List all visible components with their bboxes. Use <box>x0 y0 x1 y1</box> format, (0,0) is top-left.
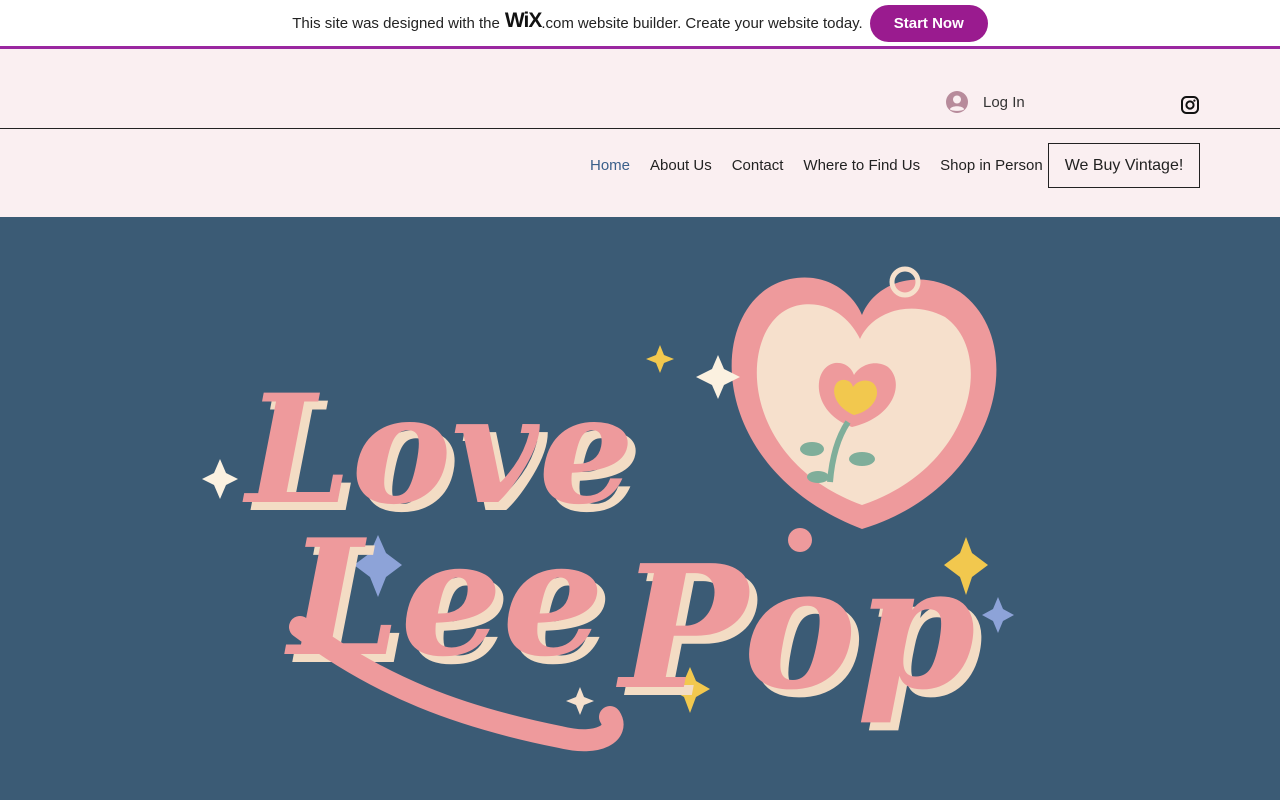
login-button[interactable]: Log In <box>946 91 1025 113</box>
wix-logo: WiX <box>504 9 542 32</box>
instagram-icon[interactable] <box>1181 96 1199 114</box>
logo-line-lee: Lee <box>284 504 604 692</box>
banner-text-after: website builder. Create your website tod… <box>577 14 863 32</box>
wix-promo-banner: This site was designed with the WiX .com … <box>0 0 1280 49</box>
love-lee-pop-logo: Love Love Lee Lee Pop Pop <box>202 266 1014 752</box>
login-label: Log In <box>983 93 1025 111</box>
nav-item-where-to-find-us[interactable]: Where to Find Us <box>793 157 930 174</box>
main-navigation: Home About Us Contact Where to Find Us S… <box>580 157 1053 174</box>
nav-item-about-us[interactable]: About Us <box>640 157 722 174</box>
nav-item-shop-in-person[interactable]: Shop in Person <box>930 157 1053 174</box>
nav-item-contact[interactable]: Contact <box>722 157 794 174</box>
site-header: Log In Home About Us Contact Where to Fi… <box>0 49 1280 217</box>
wix-dotcom: .com <box>541 14 574 32</box>
banner-text-before: This site was designed with the <box>292 14 500 32</box>
hero-section: Love Love Lee Lee Pop Pop <box>0 217 1280 800</box>
logo-line-pop: Pop <box>616 528 976 728</box>
heart-locket-icon <box>731 266 997 552</box>
we-buy-vintage-button[interactable]: We Buy Vintage! <box>1048 143 1200 188</box>
header-divider <box>0 128 1280 129</box>
nav-item-home[interactable]: Home <box>580 157 640 174</box>
user-avatar-icon <box>946 91 968 113</box>
wix-banner-text: This site was designed with the WiX .com … <box>292 9 863 37</box>
start-now-button[interactable]: Start Now <box>869 4 988 42</box>
